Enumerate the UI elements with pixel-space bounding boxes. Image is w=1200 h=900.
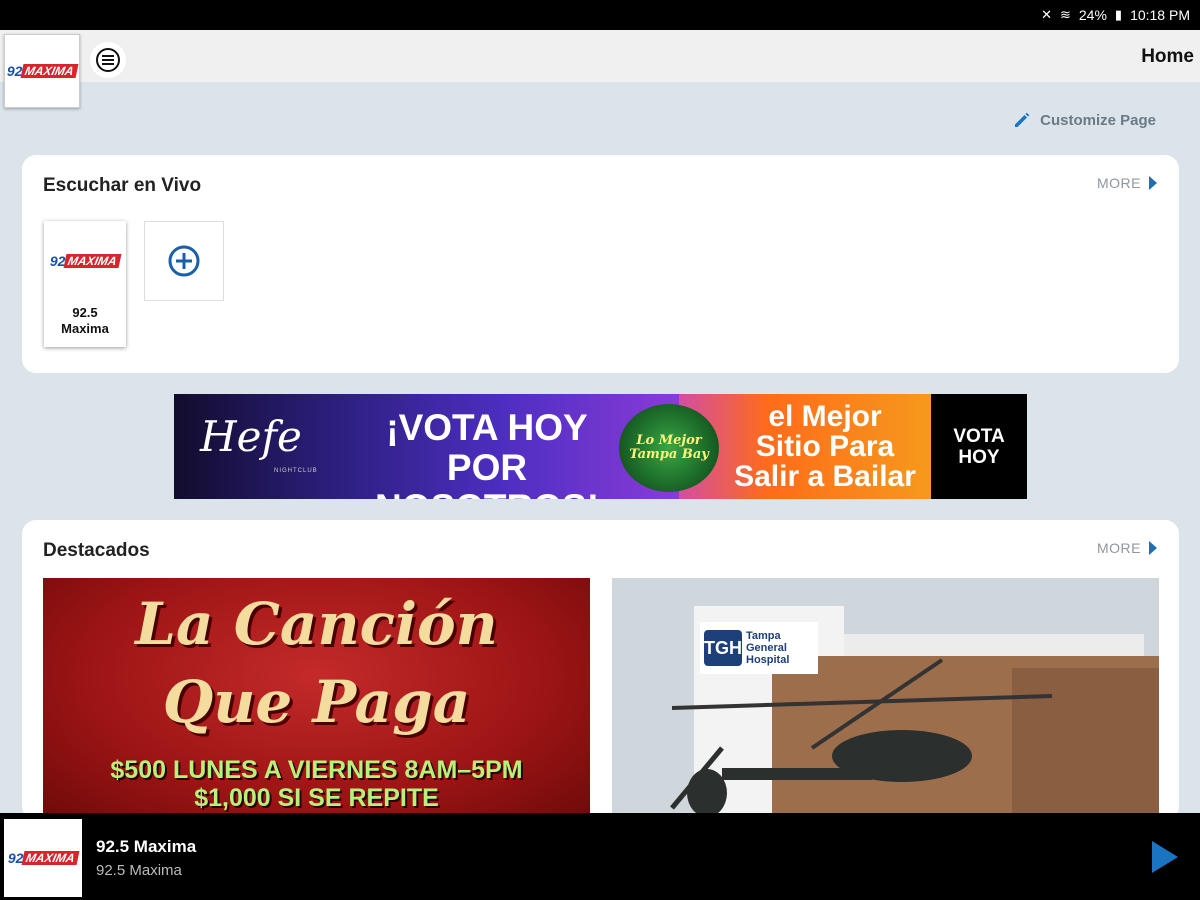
live-section: Escuchar en Vivo MORE 92 MAXIMA 92.5 Max… xyxy=(22,155,1179,373)
now-playing-bar[interactable]: 92 MAXIMA 92.5 Maxima 92.5 Maxima xyxy=(0,813,1200,900)
chevron-right-icon xyxy=(1149,176,1157,190)
banner-brand: Hefe xyxy=(200,412,302,461)
customize-label: Customize Page xyxy=(1040,111,1156,129)
banner-left: Hefe NIGHTCLUB ¡VOTA HOY POR NOSOTROS! L… xyxy=(174,394,719,500)
featured-card-promo-2: $1,000 SI SE REPITE xyxy=(194,784,439,812)
featured-card-promo-1: $500 LUNES A VIERNES 8AM–5PM xyxy=(110,756,523,784)
add-station-button[interactable] xyxy=(144,221,224,301)
page-title: Home xyxy=(1141,46,1194,67)
featured-card-hospital[interactable]: TGH Tampa General Hospital xyxy=(612,578,1159,820)
menu-icon xyxy=(96,48,120,72)
customize-page-button[interactable]: Customize Page xyxy=(1012,110,1156,130)
player-title: 92.5 Maxima xyxy=(96,837,197,856)
player-station-logo: 92 MAXIMA xyxy=(4,819,82,897)
featured-card-cancion[interactable]: La Canción Que Paga $500 LUNES A VIERNES… xyxy=(43,578,590,820)
live-more-link[interactable]: MORE xyxy=(1097,175,1157,191)
banner-badge: Lo Mejor Tampa Bay xyxy=(619,404,719,492)
add-circle-icon xyxy=(168,245,200,277)
app-header xyxy=(0,30,1200,82)
banner-brand-sub: NIGHTCLUB xyxy=(274,468,318,474)
featured-section: Destacados MORE La Canción Que Paga $500… xyxy=(22,520,1179,820)
station-tile-logo: 92 MAXIMA xyxy=(44,221,126,301)
featured-card-title-2: Que Paga xyxy=(162,668,471,736)
chevron-right-icon xyxy=(1149,541,1157,555)
battery-percent: 24% xyxy=(1078,7,1107,23)
more-label: MORE xyxy=(1097,175,1141,191)
station-logo[interactable]: 92 MAXIMA xyxy=(4,34,80,108)
player-subtitle: 92.5 Maxima xyxy=(96,862,182,879)
station-tile[interactable]: 92 MAXIMA 92.5 Maxima xyxy=(44,221,126,347)
more-label: MORE xyxy=(1097,540,1141,556)
status-bar: ✕ ≋ 24% ▮ 10:18 PM xyxy=(0,0,1200,30)
featured-card-title-1: La Canción xyxy=(135,590,498,658)
banner-cta[interactable]: VOTA HOY xyxy=(931,394,1027,499)
menu-button[interactable] xyxy=(90,42,126,78)
live-section-title: Escuchar en Vivo xyxy=(43,175,202,196)
pencil-icon xyxy=(1015,112,1030,127)
wifi-icon: ≋ xyxy=(1059,7,1071,22)
banner-tagline: el Mejor Sitio Para Salir a Bailar xyxy=(734,399,916,493)
clock: 10:18 PM xyxy=(1130,7,1190,23)
helicopter-illustration xyxy=(670,658,1053,817)
battery-icon: ▮ xyxy=(1114,7,1123,22)
play-icon[interactable] xyxy=(1152,841,1178,873)
station-tile-label: 92.5 Maxima xyxy=(61,305,109,336)
mute-icon: ✕ xyxy=(1041,7,1052,22)
station-logo-mark: 92 MAXIMA xyxy=(7,63,79,79)
featured-more-link[interactable]: MORE xyxy=(1097,540,1157,556)
ad-banner[interactable]: Hefe NIGHTCLUB ¡VOTA HOY POR NOSOTROS! L… xyxy=(174,394,1027,499)
banner-headline: ¡VOTA HOY POR NOSOTROS! xyxy=(375,407,599,500)
featured-section-title: Destacados xyxy=(43,540,150,561)
